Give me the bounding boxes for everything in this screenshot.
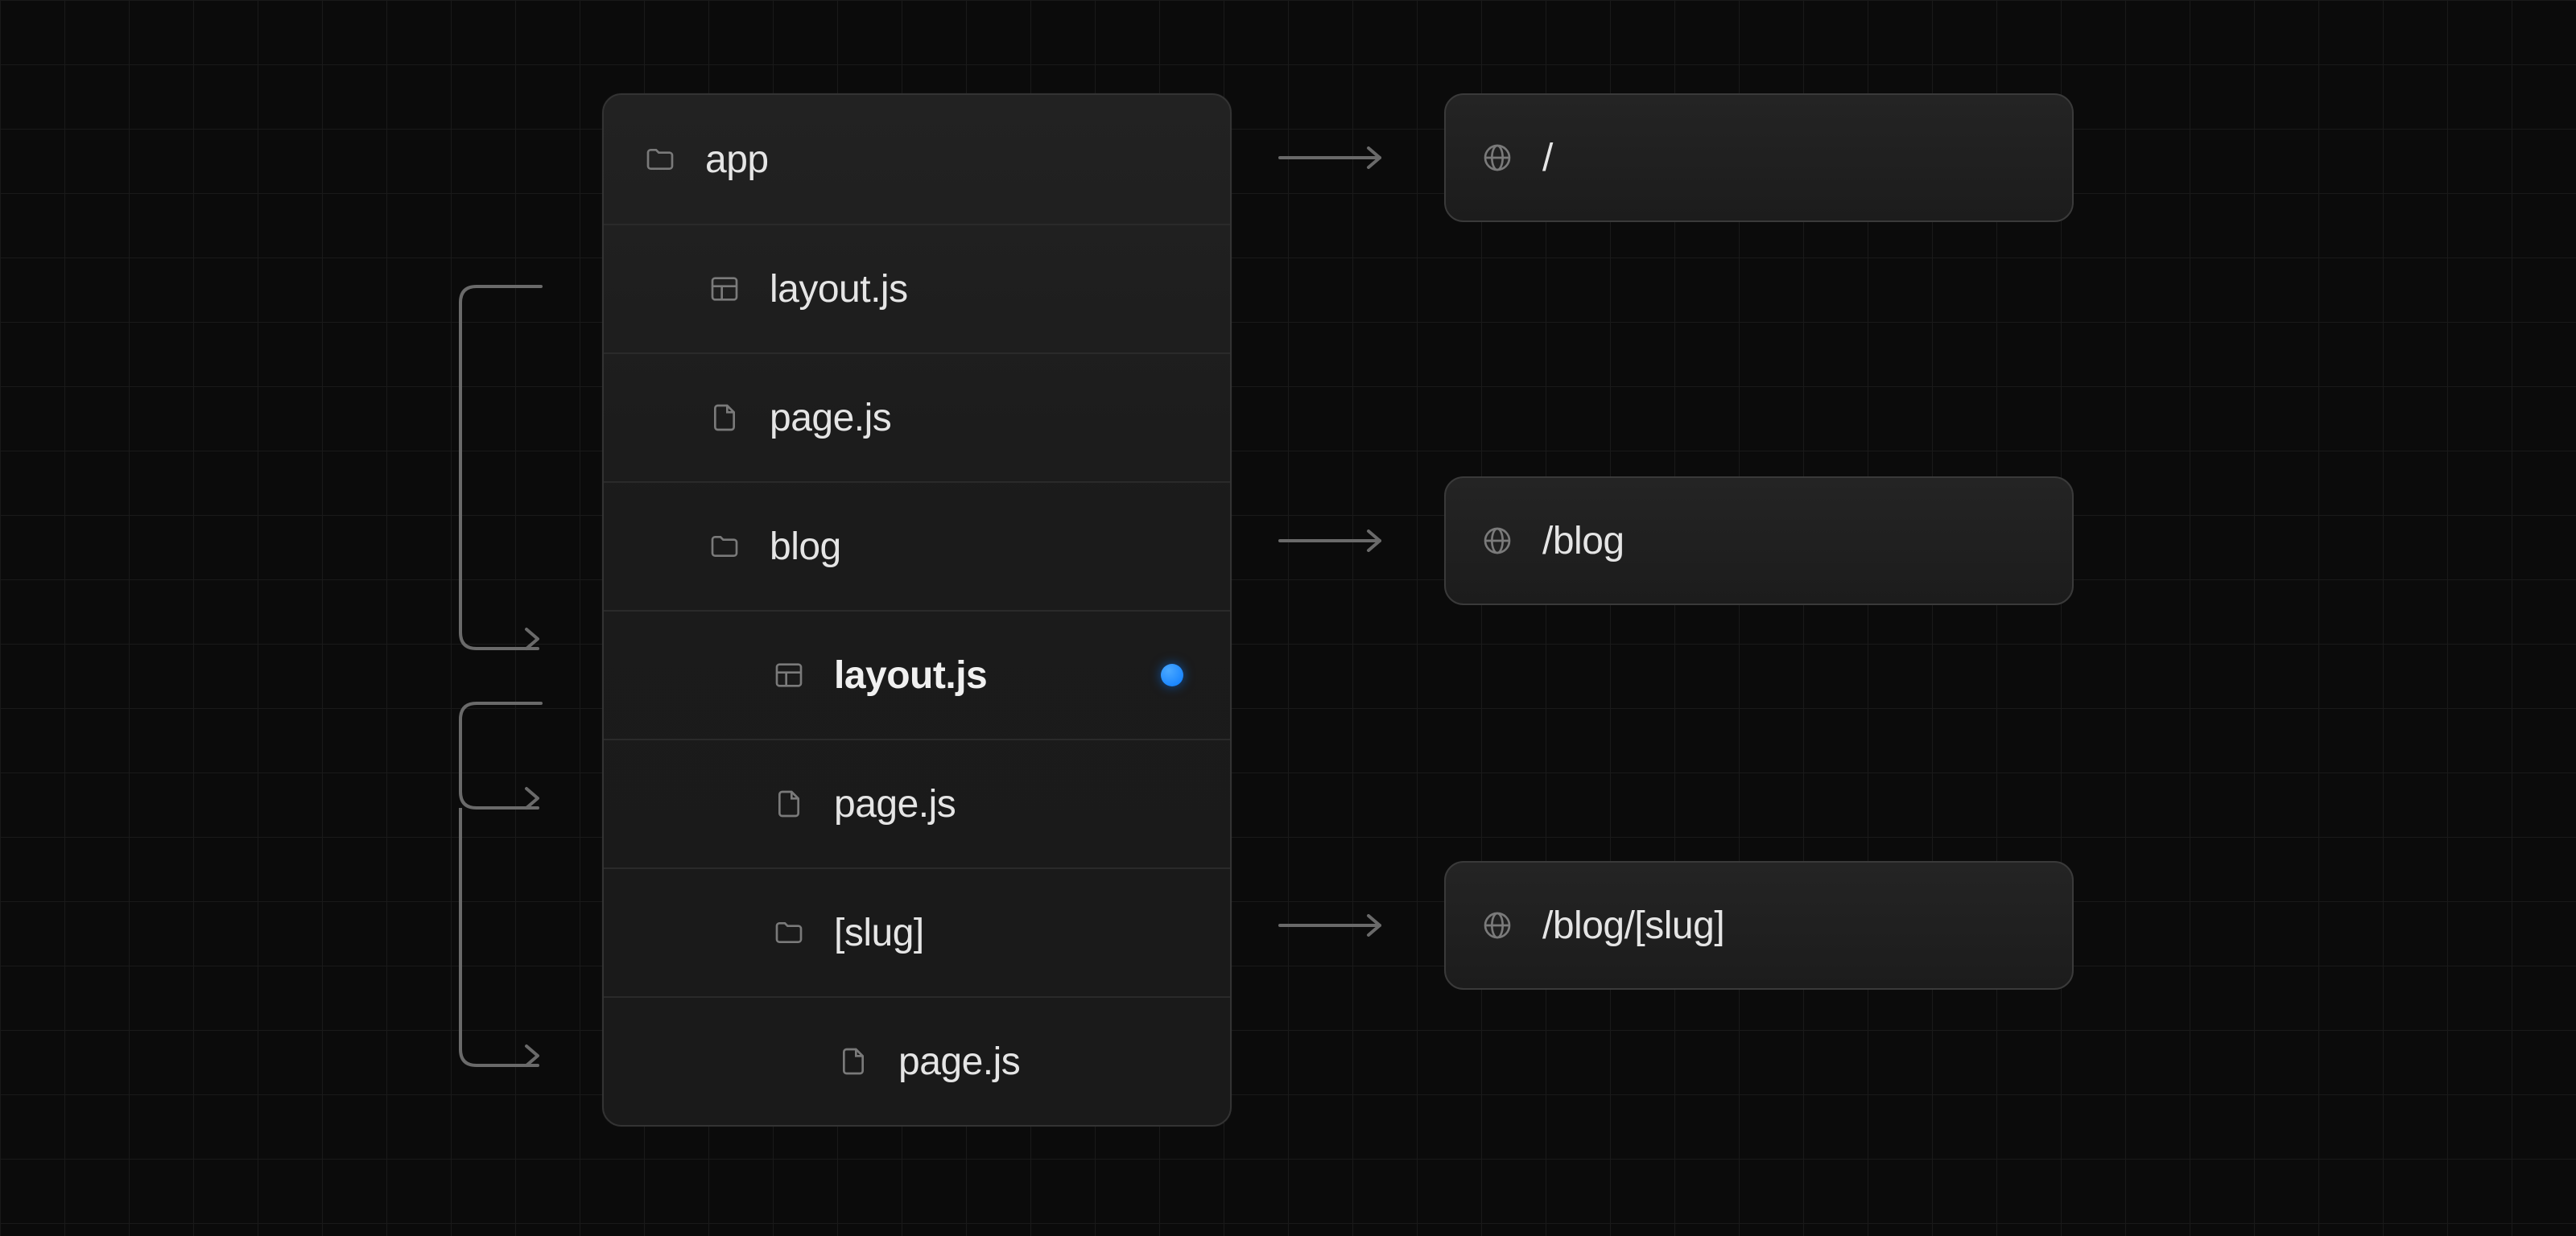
connector-arrow-icon bbox=[444, 695, 557, 816]
tree-label: layout.js bbox=[834, 653, 987, 698]
route-box-slug: /blog/[slug] bbox=[1444, 861, 2074, 990]
arrow-right-icon bbox=[1278, 146, 1391, 169]
tree-row-slug: [slug] bbox=[604, 867, 1230, 996]
arrow-right-icon bbox=[1278, 914, 1391, 937]
file-icon bbox=[837, 1045, 869, 1077]
file-icon bbox=[773, 788, 805, 820]
tree-label: app bbox=[705, 138, 769, 182]
tree-row-blog-layout: layout.js bbox=[604, 610, 1230, 739]
tree-label: layout.js bbox=[770, 267, 908, 311]
folder-icon bbox=[644, 143, 676, 175]
tree-label: page.js bbox=[898, 1040, 1020, 1084]
tree-label: blog bbox=[770, 525, 841, 569]
connector-arrow-icon bbox=[444, 808, 557, 1073]
folder-icon bbox=[708, 530, 741, 562]
route-path: /blog bbox=[1542, 519, 1624, 563]
route-box-root: / bbox=[1444, 93, 2074, 222]
file-tree-panel: app layout.js page.js bbox=[602, 93, 1232, 1127]
tree-row-blog-page: page.js bbox=[604, 739, 1230, 867]
connector-arrow-icon bbox=[444, 278, 557, 657]
globe-icon bbox=[1481, 525, 1513, 557]
route-path: / bbox=[1542, 136, 1553, 180]
tree-label: [slug] bbox=[834, 911, 924, 955]
layout-icon bbox=[708, 273, 741, 305]
globe-icon bbox=[1481, 909, 1513, 941]
folder-icon bbox=[773, 917, 805, 949]
route-box-blog: /blog bbox=[1444, 476, 2074, 605]
tree-row-slug-page: page.js bbox=[604, 996, 1230, 1125]
tree-row-app: app bbox=[604, 95, 1230, 224]
tree-row-layout: layout.js bbox=[604, 224, 1230, 352]
file-icon bbox=[708, 402, 741, 434]
globe-icon bbox=[1481, 142, 1513, 174]
layout-icon bbox=[773, 659, 805, 691]
tree-row-blog: blog bbox=[604, 481, 1230, 610]
active-dot-icon bbox=[1161, 664, 1183, 686]
tree-row-page: page.js bbox=[604, 352, 1230, 481]
arrow-right-icon bbox=[1278, 529, 1391, 552]
tree-label: page.js bbox=[834, 782, 956, 826]
route-path: /blog/[slug] bbox=[1542, 904, 1724, 948]
tree-label: page.js bbox=[770, 396, 891, 440]
